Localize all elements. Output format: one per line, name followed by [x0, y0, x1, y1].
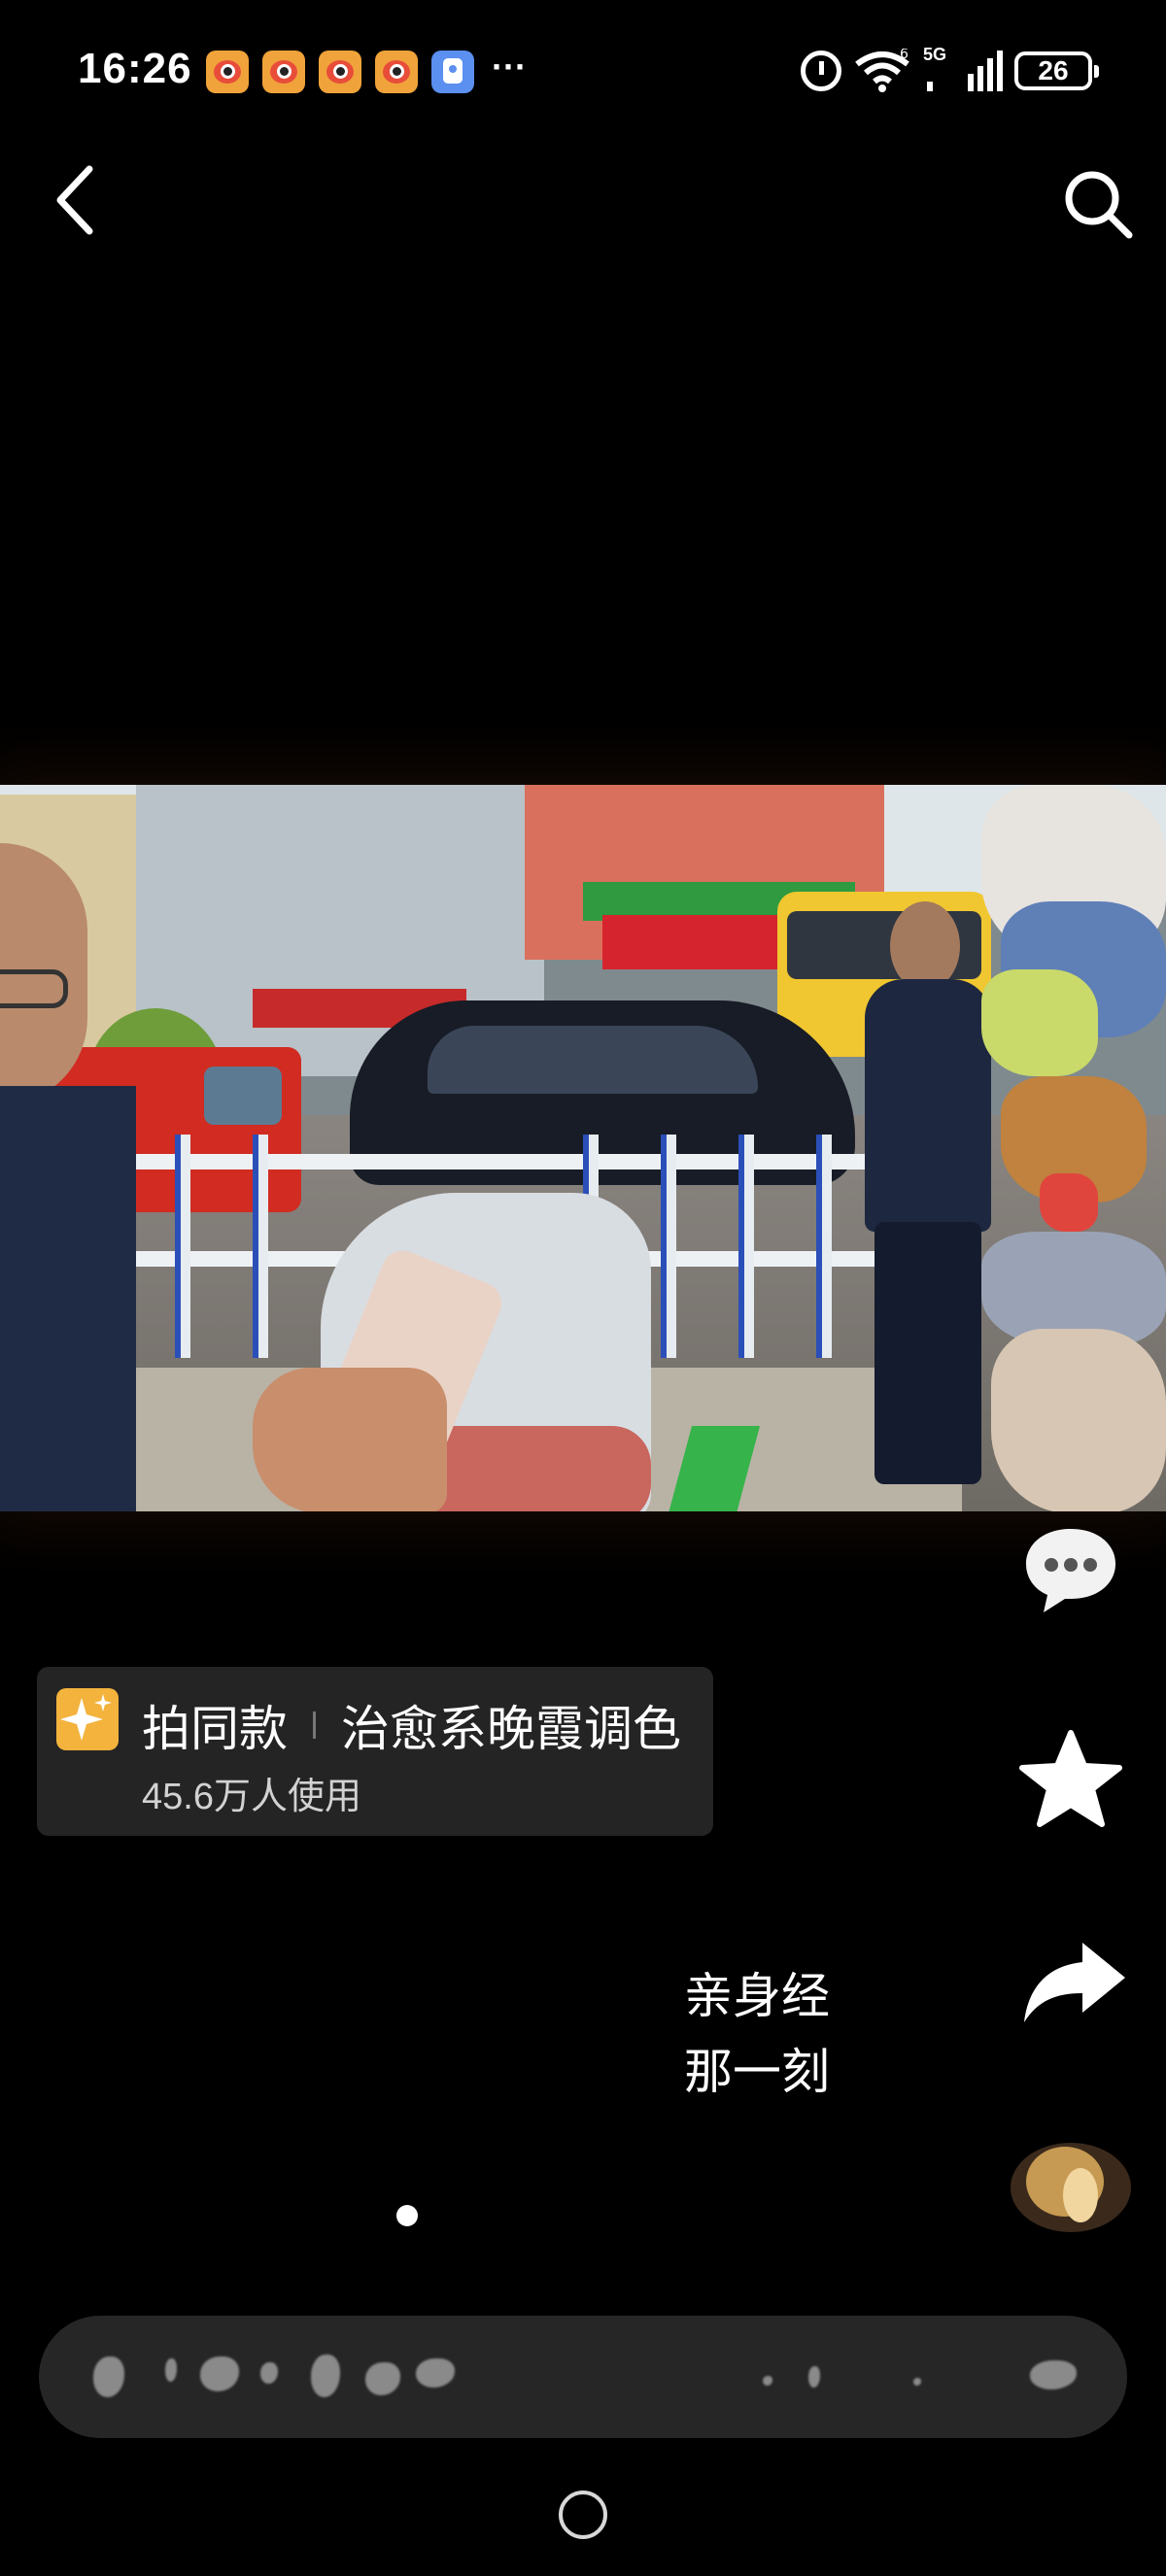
assistant-app-icon: [431, 51, 474, 93]
comment-icon: [1026, 1529, 1115, 1612]
weibo-icon: [206, 51, 249, 93]
favorite-button[interactable]: [1016, 1729, 1125, 1832]
video-frame[interactable]: [0, 785, 1166, 1511]
author-avatar[interactable]: [1001, 2137, 1137, 2240]
sparkle-icon: [56, 1688, 119, 1750]
status-bar: 16:26 ··· 6 5G 26: [0, 0, 1166, 146]
scene-person: [0, 824, 136, 1511]
weibo-icon: [262, 51, 305, 93]
caption-line: 那一刻: [684, 2045, 830, 2099]
comment-button[interactable]: [1020, 1523, 1121, 1616]
alarm-icon: [801, 51, 841, 91]
page-indicator: [396, 2205, 418, 2226]
home-button[interactable]: [559, 2491, 607, 2539]
battery-level: 26: [1038, 55, 1069, 85]
template-name: 治愈系晚霞调色: [341, 1702, 681, 1756]
post-caption: 亲身经 那一刻: [684, 1958, 830, 2110]
cellular-signal-icon: 5G: [923, 45, 1003, 91]
template-title: 拍同款 治愈系晚霞调色: [142, 1690, 681, 1760]
caption-line: 亲身经: [684, 1969, 830, 2023]
scene-sign: [602, 915, 787, 969]
weibo-icon: [375, 51, 418, 93]
template-pill[interactable]: 拍同款 治愈系晚霞调色 45.6万人使用: [37, 1667, 713, 1836]
wifi-label: 6: [900, 49, 909, 62]
notification-icons: ···: [206, 47, 527, 93]
network-type: 5G: [923, 45, 947, 64]
comment-input[interactable]: [39, 2316, 1127, 2438]
battery-icon: 26: [1014, 51, 1099, 90]
search-button[interactable]: [1059, 165, 1137, 243]
weibo-icon: [319, 51, 361, 93]
template-action: 拍同款: [142, 1702, 288, 1756]
system-status-icons: 6 5G 26: [801, 45, 1099, 93]
back-button[interactable]: [49, 161, 107, 239]
scene-hand: [253, 1368, 447, 1511]
chevron-left-icon: [56, 165, 93, 235]
status-time: 16:26: [78, 45, 192, 92]
author-avatar-image: [1011, 2143, 1131, 2232]
mosaic-blur: [981, 785, 1166, 1511]
wifi-icon: 6: [855, 49, 909, 92]
more-notifications-icon: ···: [492, 47, 527, 86]
star-icon: [1019, 1730, 1122, 1827]
template-usage: 45.6万人使用: [142, 1777, 361, 1817]
divider: [313, 1712, 316, 1739]
share-button[interactable]: [1020, 1937, 1129, 2030]
share-icon: [1024, 1943, 1125, 2022]
search-icon: [1065, 171, 1133, 239]
